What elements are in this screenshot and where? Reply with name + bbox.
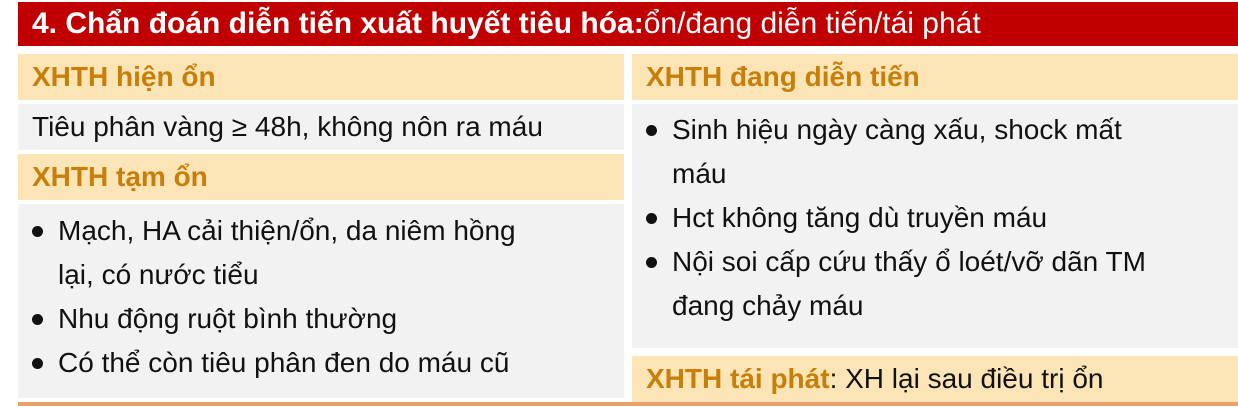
list-item: Nhu động ruột bình thường: [18, 297, 624, 341]
temp-stable-list: Mạch, HA cải thiện/ổn, da niêm hồng lại,…: [18, 209, 624, 385]
temp-stable-heading-label: XHTH tạm ổn: [32, 161, 208, 192]
list-item-line: Có thể còn tiêu phân đen do máu cũ: [58, 347, 510, 378]
list-item: Sinh hiệu ngày càng xấu, shock mất máu: [632, 108, 1238, 196]
recurrent-text: : XH lại sau điều trị ổn: [829, 363, 1104, 394]
list-item-line: máu: [672, 158, 727, 189]
list-item-line: Nhu động ruột bình thường: [58, 303, 398, 334]
section-title-bold: 4. Chẩn đoán diễn tiến xuất huyết tiêu h…: [32, 7, 644, 40]
list-item-line: Mạch, HA cải thiện/ổn, da niêm hồng: [58, 215, 516, 246]
list-item-line: Hct không tăng dù truyền máu: [672, 202, 1048, 233]
stable-body: Tiêu phân vàng ≥ 48h, không nôn ra máu: [18, 104, 624, 150]
list-item-line: Nội soi cấp cứu thấy ổ loét/vỡ dãn TM: [672, 246, 1146, 277]
progressing-body: Sinh hiệu ngày càng xấu, shock mất máu H…: [632, 104, 1238, 348]
list-item-line: đang chảy máu: [672, 290, 864, 321]
stable-text: Tiêu phân vàng ≥ 48h, không nôn ra máu: [32, 111, 543, 142]
recurrent-row: XHTH tái phát: XH lại sau điều trị ổn: [632, 356, 1238, 402]
list-item-line: Sinh hiệu ngày càng xấu, shock mất: [672, 114, 1122, 145]
list-item: Nội soi cấp cứu thấy ổ loét/vỡ dãn TM đa…: [632, 240, 1238, 328]
list-item: Hct không tăng dù truyền máu: [632, 196, 1238, 240]
section-title: 4. Chẩn đoán diễn tiến xuất huyết tiêu h…: [18, 2, 1238, 46]
recurrent-heading-label: XHTH tái phát: [646, 363, 830, 394]
list-item: Mạch, HA cải thiện/ổn, da niêm hồng lại,…: [18, 209, 624, 297]
list-item-line: lại, có nước tiểu: [58, 259, 259, 290]
temp-stable-body: Mạch, HA cải thiện/ổn, da niêm hồng lại,…: [18, 204, 624, 398]
section-title-rest: ổn/đang diễn tiến/tái phát: [643, 7, 981, 40]
bottom-divider: [18, 402, 1238, 406]
stable-heading: XHTH hiện ổn: [18, 54, 624, 100]
list-item: Có thể còn tiêu phân đen do máu cũ: [18, 341, 624, 385]
progressing-heading: XHTH đang diễn tiến: [632, 54, 1238, 100]
stable-heading-label: XHTH hiện ổn: [32, 61, 216, 92]
progressing-list: Sinh hiệu ngày càng xấu, shock mất máu H…: [632, 108, 1238, 328]
temp-stable-heading: XHTH tạm ổn: [18, 154, 624, 200]
progressing-heading-label: XHTH đang diễn tiến: [646, 61, 920, 92]
